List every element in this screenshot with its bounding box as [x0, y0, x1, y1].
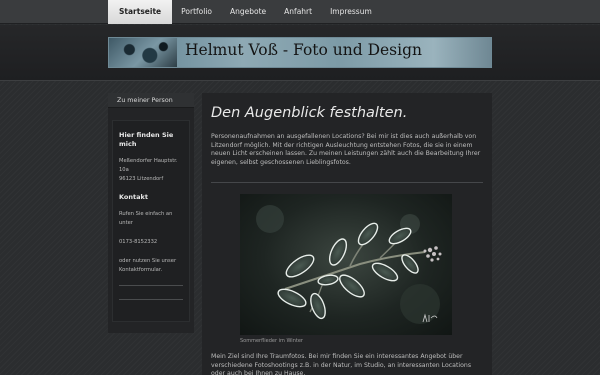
page-title: Den Augenblick festhalten. [211, 105, 408, 121]
intro-text: Personenaufnahmen an ausgefallenen Locat… [211, 133, 481, 166]
contact-heading: Kontakt [119, 193, 148, 201]
banner-image [109, 38, 177, 67]
nav-list: Startseite Portfolio Angebote Anfahrt Im… [108, 0, 381, 24]
content-divider [211, 182, 483, 183]
outro-text: Mein Ziel sind Ihre Traumfotos. Bei mir … [211, 353, 472, 375]
nav-item-angebote[interactable]: Angebote [221, 0, 275, 24]
nav-item-portfolio[interactable]: Portfolio [172, 0, 221, 24]
sidebar-divider-2 [119, 299, 183, 300]
address-city: 96123 Litzendorf [119, 176, 164, 182]
nav-item-impressum[interactable]: Impressum [321, 0, 381, 24]
sidebar: Zu meiner Person Hier finden Sie mich Me… [108, 93, 194, 333]
address-street: Meßendorfer Hauptstr. 10a [119, 158, 178, 173]
phone-number[interactable]: 0173-8152332 [119, 238, 183, 247]
find-us-heading: Hier finden Sie mich [119, 131, 174, 148]
site-title: Helmut Voß - Foto und Design [185, 41, 422, 59]
frosted-flower-image [256, 205, 442, 324]
featured-photo[interactable] [240, 194, 452, 335]
nav-item-anfahrt[interactable]: Anfahrt [275, 0, 321, 24]
site-banner[interactable]: Helmut Voß - Foto und Design [108, 37, 492, 68]
nav-item-startseite[interactable]: Startseite [108, 0, 173, 24]
header-band: Helmut Voß - Foto und Design [0, 25, 600, 81]
sidebar-divider-1 [119, 285, 183, 286]
contact-form-link[interactable]: oder nutzen Sie unser Kontaktformular. [119, 257, 183, 275]
top-navigation: Startseite Portfolio Angebote Anfahrt Im… [0, 0, 600, 24]
main-content: Den Augenblick festhalten. Personenaufna… [202, 93, 492, 375]
photo-caption: Sommerflieder im Winter [240, 338, 303, 344]
contact-text: Rufen Sie einfach an unter [119, 211, 173, 226]
contact-box: Hier finden Sie mich Meßendorfer Hauptst… [112, 120, 190, 322]
sidebar-link-about[interactable]: Zu meiner Person [108, 93, 194, 108]
